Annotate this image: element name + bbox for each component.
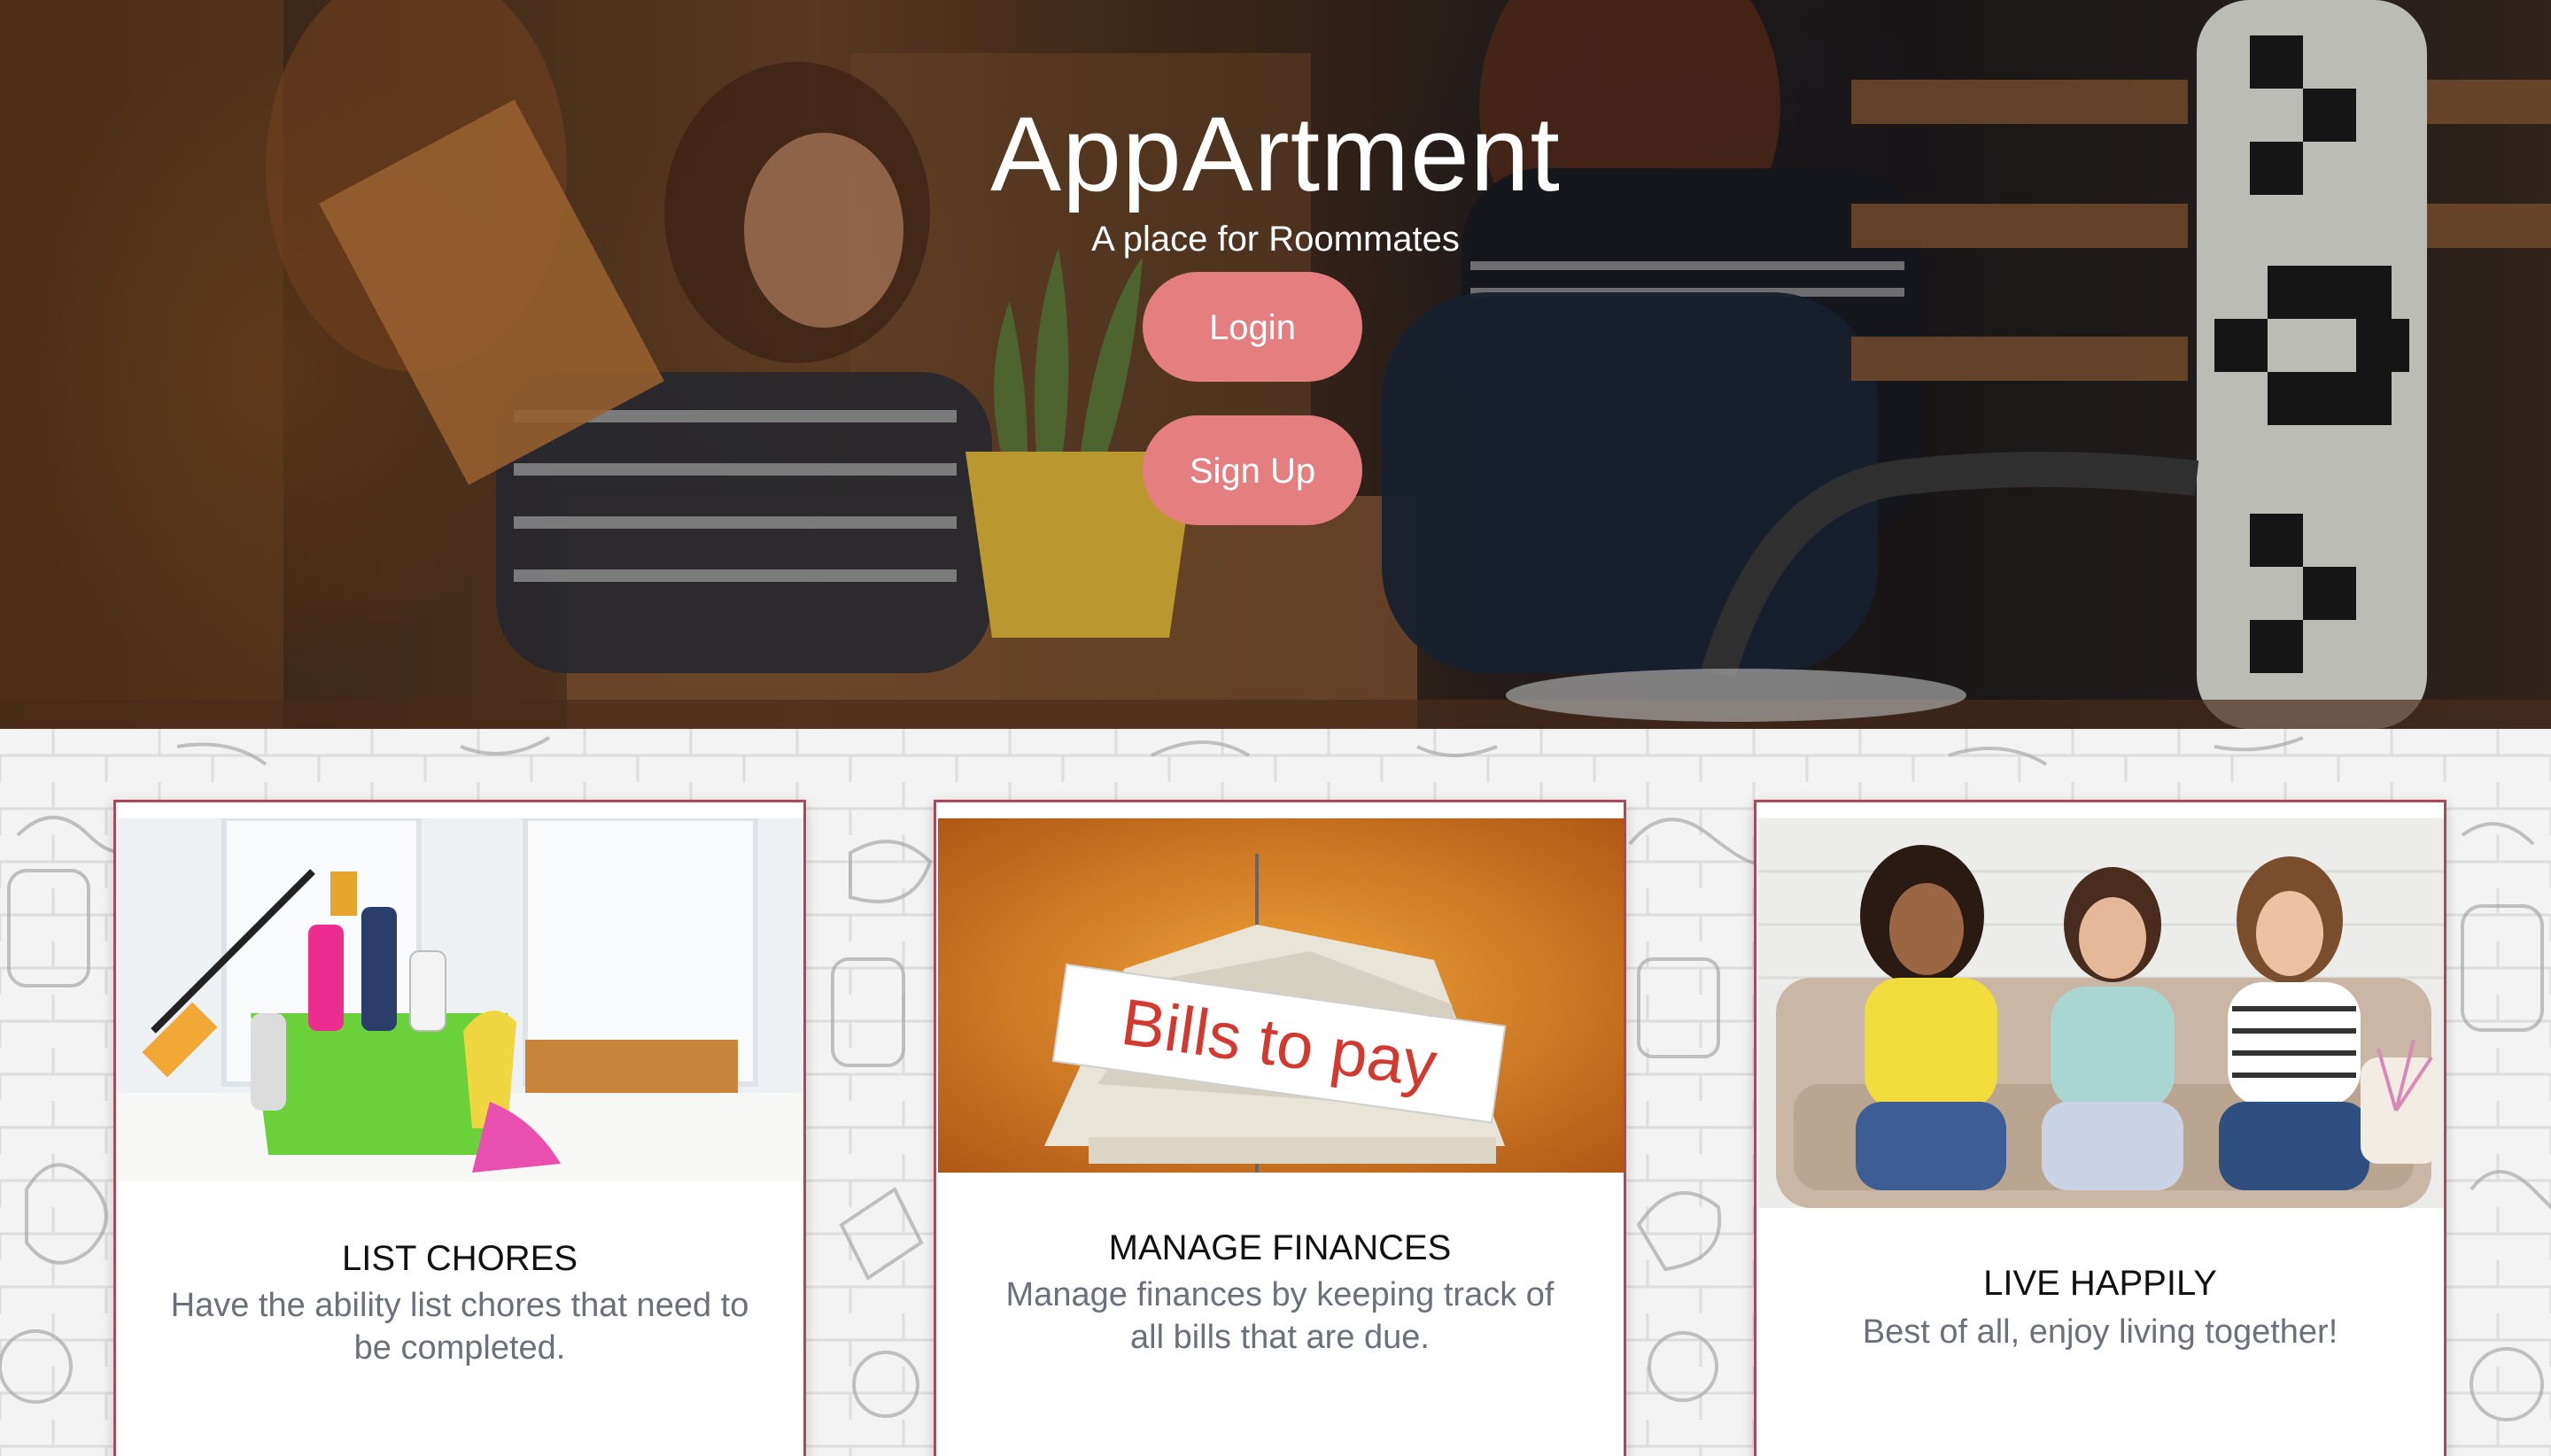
roommates-sofa-image xyxy=(1758,818,2444,1208)
features-section: LIST CHORES Have the ability list chores… xyxy=(0,729,2551,1456)
feature-title: LIST CHORES xyxy=(342,1239,578,1278)
feature-card-live-happily: LIVE HAPPILY Best of all, enjoy living t… xyxy=(1754,800,2446,1456)
feature-title: MANAGE FINANCES xyxy=(1108,1228,1452,1267)
feature-title: LIVE HAPPILY xyxy=(1983,1264,2217,1303)
feature-description: Best of all, enjoy living together! xyxy=(1862,1313,2338,1351)
app-title: AppArtment xyxy=(990,95,1561,213)
feature-card-chores: LIST CHORES Have the ability list chores… xyxy=(113,800,806,1456)
hero-banner: AppArtment A place for Roommates Login S… xyxy=(0,0,2551,729)
bills-to-pay-image: Bills to pay xyxy=(938,818,1624,1173)
feature-description: Have the ability list chores that need t… xyxy=(170,1287,749,1367)
login-button[interactable]: Login xyxy=(1143,272,1362,382)
feature-card-finances: Bills to pay MANAGE FINANCES Manage fina… xyxy=(934,800,1626,1456)
feature-description: Manage finances by keeping track of all … xyxy=(1005,1276,1555,1356)
landing-page: AppArtment A place for Roommates Login S… xyxy=(0,0,2551,1456)
app-tagline: A place for Roommates xyxy=(1091,220,1460,259)
cleaning-supplies-image xyxy=(118,818,803,1181)
signup-button[interactable]: Sign Up xyxy=(1143,415,1362,525)
